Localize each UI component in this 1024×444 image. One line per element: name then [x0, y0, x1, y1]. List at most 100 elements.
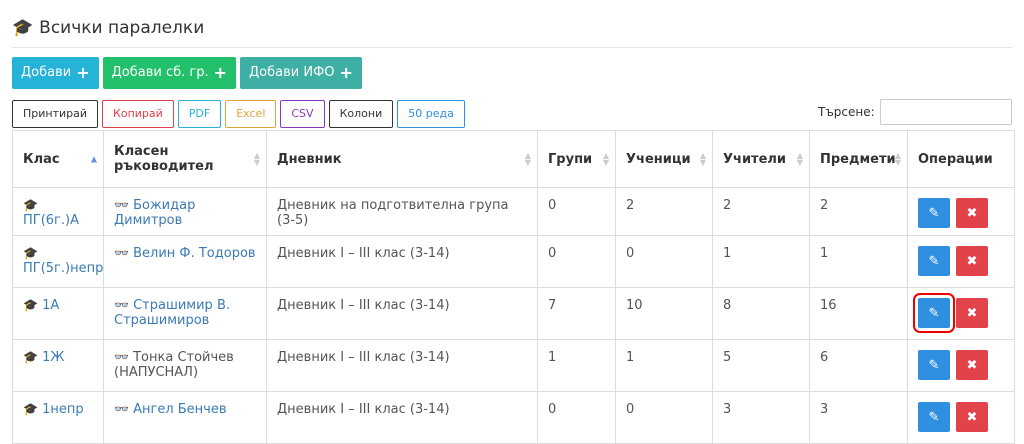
glasses-icon: 👓 — [114, 246, 129, 260]
glasses-icon: 👓 — [114, 198, 129, 212]
teacher-link[interactable]: 👓 Страшимир В. Страшимиров — [114, 298, 230, 328]
students-cell: 1 — [615, 339, 713, 392]
teacher-cell: 👓 Божидар Димитров — [103, 187, 267, 236]
delete-button[interactable]: ✖ — [956, 246, 988, 276]
add-button[interactable]: Добави + — [12, 57, 99, 89]
header-subjects-label: Предмети — [820, 151, 896, 167]
header-operations-label: Операции — [918, 151, 993, 167]
class-name: 1А — [42, 298, 60, 313]
operations-cell: ✎ ✖ — [907, 235, 1015, 288]
header-students[interactable]: Ученици ▲ ▼ — [615, 130, 713, 188]
header-teachers[interactable]: Учители ▲ ▼ — [712, 130, 810, 188]
graduation-cap-icon: 🎓 — [23, 402, 38, 416]
tool-button[interactable]: Принтирай — [12, 100, 99, 128]
edit-button[interactable]: ✎ — [918, 198, 950, 228]
subjects-cell: 2 — [809, 187, 908, 236]
teacher-link: 👓 Тонка Стойчев (НАПУСНАЛ) — [114, 350, 234, 380]
graduation-cap-icon: 🎓 — [23, 350, 38, 364]
edit-icon: ✎ — [928, 305, 940, 321]
class-link[interactable]: 🎓 ПГ(5г.)непр — [23, 246, 103, 276]
header-teacher[interactable]: Класен ръководител ▲ ▼ — [103, 130, 267, 188]
title-divider — [12, 47, 1012, 48]
tool-button[interactable]: Копирай — [102, 100, 174, 128]
graduation-cap-icon: 🎓 — [23, 298, 38, 312]
glasses-icon: 👓 — [114, 298, 129, 312]
class-cell: 🎓 ПГ(6г.)А — [12, 187, 104, 236]
add-group-button[interactable]: Добави сб. гр. + — [102, 57, 237, 89]
add-ifo-button[interactable]: Добави ИФО + — [240, 57, 362, 89]
diary-cell: Дневник I – III клас (3-14) — [266, 339, 538, 392]
class-name: 1Ж — [42, 350, 65, 365]
teacher-cell: 👓 Тонка Стойчев (НАПУСНАЛ) — [103, 339, 267, 392]
tool-button[interactable]: CSV — [280, 100, 325, 128]
header-groups[interactable]: Групи ▲ ▼ — [537, 130, 616, 188]
row-actions: ✎ ✖ — [918, 402, 1004, 432]
edit-icon: ✎ — [928, 253, 940, 269]
row-actions: ✎ ✖ — [918, 246, 1004, 276]
class-name: ПГ(6г.)А — [23, 213, 79, 228]
header-subjects[interactable]: Предмети ▲ ▼ — [809, 130, 908, 188]
edit-button[interactable]: ✎ — [913, 293, 955, 333]
search-input[interactable] — [880, 99, 1012, 125]
students-cell: 0 — [615, 391, 713, 444]
page-title: 🎓 Всички паралелки — [12, 18, 204, 38]
header-operations: Операции — [907, 130, 1015, 188]
sort-asc-icon: ▲ — [90, 154, 97, 164]
sort-icon: ▲ ▼ — [253, 151, 260, 167]
delete-button[interactable]: ✖ — [956, 350, 988, 380]
groups-cell: 0 — [537, 187, 616, 236]
header-teacher-label: Класен ръководител — [114, 144, 214, 174]
teachers-cell: 3 — [712, 391, 810, 444]
teacher-link[interactable]: 👓 Божидар Димитров — [114, 198, 195, 228]
subjects-cell: 1 — [809, 235, 908, 288]
class-link[interactable]: 🎓 1Ж — [23, 350, 64, 365]
diary-cell: Дневник I – III клас (3-14) — [266, 287, 538, 340]
delete-button[interactable]: ✖ — [956, 298, 988, 328]
classes-table: Клас ▲ Класен ръководител ▲ ▼ Дневник ▲ ▼ Гру… — [12, 130, 1015, 444]
close-icon: ✖ — [966, 205, 978, 221]
diary-cell: Дневник на подготвителна група (3-5) — [266, 187, 538, 236]
header-diary[interactable]: Дневник ▲ ▼ — [266, 130, 538, 188]
teacher-link[interactable]: 👓 Ангел Бенчев — [114, 402, 227, 417]
close-icon: ✖ — [966, 305, 978, 321]
header-diary-label: Дневник — [277, 151, 342, 167]
teacher-link[interactable]: 👓 Велин Ф. Тодоров — [114, 246, 256, 261]
table-header-row: Клас ▲ Класен ръководител ▲ ▼ Дневник ▲ ▼ Гру… — [12, 130, 1015, 188]
header-class[interactable]: Клас ▲ — [12, 130, 104, 188]
sort-icon: ▲ ▼ — [894, 151, 901, 167]
delete-button[interactable]: ✖ — [956, 198, 988, 228]
glasses-icon: 👓 — [114, 402, 129, 416]
edit-button[interactable]: ✎ — [918, 350, 950, 380]
tool-button[interactable]: Колони — [328, 100, 394, 128]
delete-button[interactable]: ✖ — [956, 402, 988, 432]
operations-cell: ✎ ✖ — [907, 339, 1015, 392]
tool-button[interactable]: 50 реда — [397, 100, 465, 128]
edit-icon: ✎ — [928, 357, 940, 373]
page-title-text: Всички паралелки — [39, 18, 205, 38]
teachers-cell: 5 — [712, 339, 810, 392]
teacher-name: Ангел Бенчев — [133, 402, 227, 417]
class-cell: 🎓 1А — [12, 287, 104, 340]
edit-icon: ✎ — [928, 205, 940, 221]
teachers-cell: 2 — [712, 187, 810, 236]
tool-button[interactable]: Excel — [225, 100, 277, 128]
graduation-cap-icon: 🎓 — [12, 18, 34, 38]
teacher-name: Велин Ф. Тодоров — [133, 246, 256, 261]
class-cell: 🎓 1Ж — [12, 339, 104, 392]
sort-icon: ▲ ▼ — [602, 151, 609, 167]
class-link[interactable]: 🎓 1А — [23, 298, 59, 313]
class-link[interactable]: 🎓 1непр — [23, 402, 84, 417]
tool-button[interactable]: PDF — [177, 100, 222, 128]
sort-icon: ▲ ▼ — [796, 151, 803, 167]
edit-icon: ✎ — [928, 409, 940, 425]
sort-icon: ▲ ▼ — [524, 151, 531, 167]
edit-button[interactable]: ✎ — [918, 402, 950, 432]
edit-button[interactable]: ✎ — [918, 246, 950, 276]
add-ifo-button-label: Добави ИФО — [249, 65, 335, 80]
diary-cell: Дневник I – III клас (3-14) — [266, 391, 538, 444]
students-cell: 0 — [615, 235, 713, 288]
students-cell: 2 — [615, 187, 713, 236]
table-row: 🎓 ПГ(6г.)А 👓 Божидар Димитров Дневник на п… — [12, 187, 1015, 236]
class-link[interactable]: 🎓 ПГ(6г.)А — [23, 198, 79, 228]
row-actions: ✎ ✖ — [918, 198, 1004, 228]
